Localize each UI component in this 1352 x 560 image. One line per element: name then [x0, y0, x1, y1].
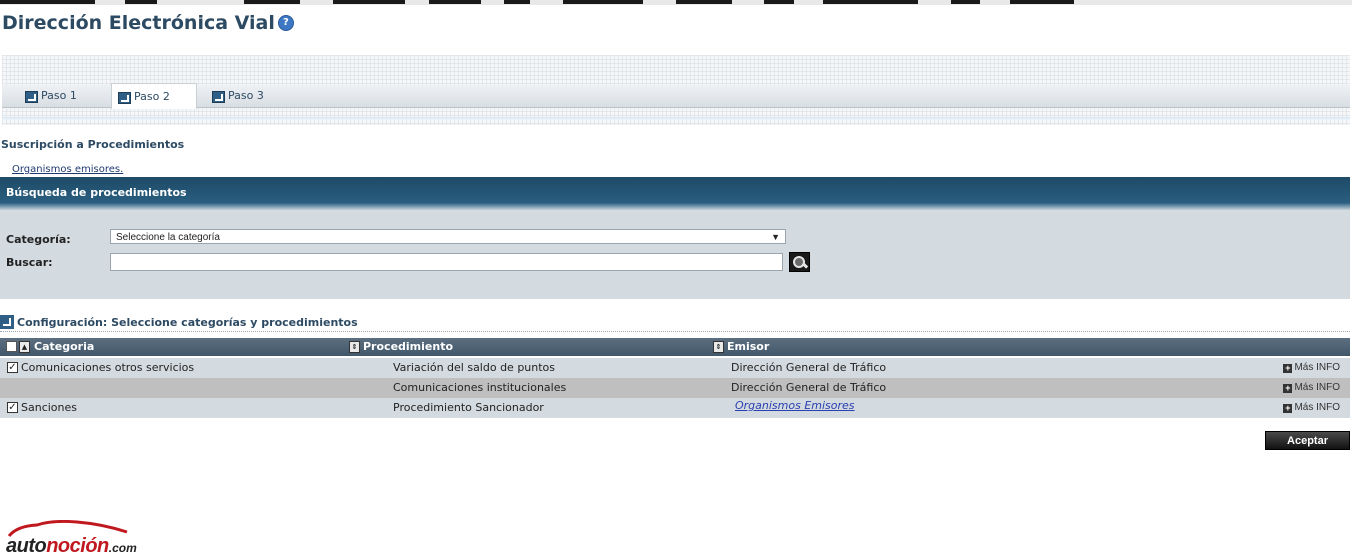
steps-area: Paso 1 Paso 2 Paso 3 — [2, 55, 1350, 125]
config-title-text: Configuración: Seleccione categorías y p… — [17, 316, 358, 329]
column-header-emisor[interactable]: Emisor — [727, 338, 769, 356]
table-header: ▲ Categoria ⇕ Procedimiento ⇕ Emisor — [0, 338, 1350, 356]
cell-emisor: Dirección General de Tráfico — [731, 381, 887, 394]
top-border — [0, 0, 1352, 5]
config-title: Configuración: Seleccione categorías y p… — [0, 315, 358, 329]
cell-procedimiento: Procedimiento Sancionador — [393, 401, 544, 414]
arrow-box-icon — [118, 92, 131, 104]
organismos-emisores-link[interactable]: Organismos emisores. — [12, 164, 123, 175]
divider — [0, 331, 1350, 332]
dropdown-arrow-icon: ▼ — [771, 232, 780, 242]
search-panel: Búsqueda de procedimientos Categoría: Se… — [0, 177, 1350, 299]
mas-info-button[interactable]: + Más INFO — [1283, 398, 1340, 418]
select-all-checkbox[interactable] — [6, 341, 17, 352]
tab-paso-3[interactable]: Paso 3 — [206, 85, 296, 107]
search-input[interactable] — [110, 253, 783, 271]
cell-procedimiento: Comunicaciones institucionales — [393, 381, 567, 394]
mas-info-button[interactable]: + Más INFO — [1283, 378, 1340, 398]
sort-icon[interactable]: ▲ — [19, 341, 30, 353]
search-label: Buscar: — [6, 256, 53, 269]
tab-label: Paso 3 — [228, 89, 264, 102]
tab-label: Paso 1 — [41, 89, 77, 102]
table-row: ✓ Sanciones Procedimiento Sancionador Or… — [0, 398, 1350, 418]
column-header-procedimiento[interactable]: Procedimiento — [363, 338, 453, 356]
search-button[interactable] — [789, 252, 810, 272]
category-select-value: Seleccione la categoría — [116, 232, 220, 243]
organismos-emisores-link[interactable]: Organismos Emisores — [735, 396, 855, 416]
arrow-box-icon — [0, 315, 14, 329]
row-checkbox[interactable]: ✓ — [7, 362, 18, 373]
steps-divider — [2, 117, 1350, 120]
cell-categoria: Comunicaciones otros servicios — [21, 361, 195, 374]
tab-paso-1[interactable]: Paso 1 — [19, 85, 109, 107]
section-title: Suscripción a Procedimientos — [1, 138, 185, 151]
mas-info-button[interactable]: + Más INFO — [1283, 358, 1340, 378]
page-title: Dirección Electrónica Vial? — [2, 12, 294, 34]
category-label: Categoría: — [6, 233, 71, 246]
arrow-box-icon — [212, 91, 225, 103]
category-select[interactable]: Seleccione la categoría ▼ — [110, 229, 786, 244]
tab-paso-2[interactable]: Paso 2 — [111, 83, 197, 109]
steps-strip — [2, 85, 1350, 108]
column-header-categoria[interactable]: Categoria — [34, 338, 94, 356]
tab-label: Paso 2 — [134, 90, 170, 103]
search-panel-header: Búsqueda de procedimientos — [0, 177, 1350, 210]
plus-icon: + — [1283, 383, 1293, 393]
plus-icon: + — [1283, 403, 1293, 413]
accept-button[interactable]: Aceptar — [1265, 431, 1350, 450]
plus-icon: + — [1283, 363, 1293, 373]
cell-emisor: Dirección General de Tráfico — [731, 361, 887, 374]
page-title-text: Dirección Electrónica Vial — [2, 12, 275, 34]
cell-procedimiento: Variación del saldo de puntos — [393, 361, 556, 374]
table-row: Comunicaciones institucionales Dirección… — [0, 378, 1350, 398]
sort-icon[interactable]: ⇕ — [349, 341, 360, 353]
arrow-box-icon — [25, 91, 38, 103]
table-row: ✓ Comunicaciones otros servicios Variaci… — [0, 358, 1350, 378]
watermark-text: autonoción.com — [6, 535, 137, 557]
help-icon[interactable]: ? — [277, 15, 294, 31]
sort-icon[interactable]: ⇕ — [713, 341, 724, 353]
watermark-logo: autonoción.com — [3, 518, 163, 558]
row-checkbox[interactable]: ✓ — [7, 402, 18, 413]
cell-categoria: Sanciones — [21, 401, 77, 414]
